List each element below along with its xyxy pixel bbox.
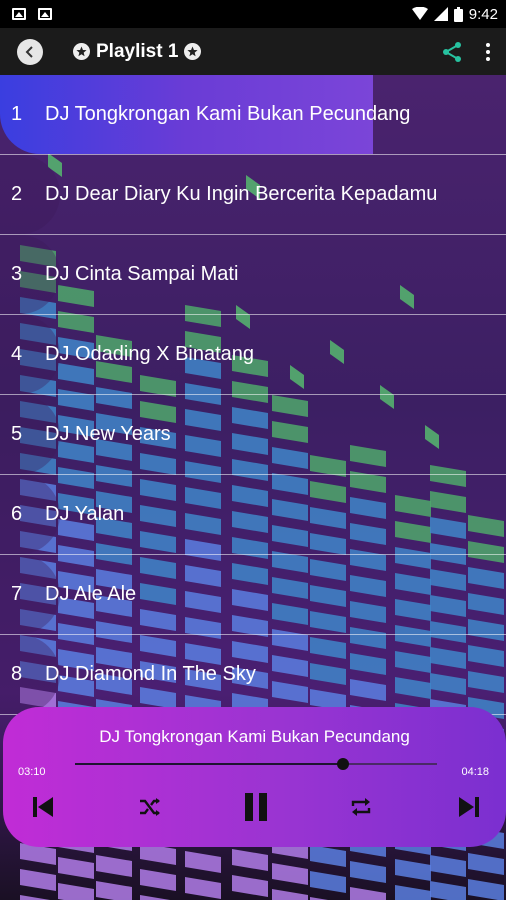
pause-icon xyxy=(245,793,267,821)
more-vert-icon[interactable] xyxy=(486,42,490,61)
signal-icon xyxy=(433,7,448,21)
gallery-notification-icon xyxy=(12,8,26,20)
pause-button[interactable] xyxy=(236,789,276,825)
previous-button[interactable] xyxy=(25,789,61,825)
seek-bar[interactable] xyxy=(75,758,437,770)
seek-bar-progress xyxy=(75,763,343,765)
list-item[interactable]: 4 DJ Odading X Binatang xyxy=(0,315,506,395)
list-item[interactable]: 8 DJ Diamond In The Sky xyxy=(0,635,506,715)
list-item[interactable]: 1 DJ Tongkrongan Kami Bukan Pecundang xyxy=(0,75,506,155)
list-item[interactable]: 6 DJ Yalan xyxy=(0,475,506,555)
playlist: 1 DJ Tongkrongan Kami Bukan Pecundang 2 … xyxy=(0,75,506,715)
elapsed-time: 03:10 xyxy=(18,766,46,778)
list-item[interactable]: 3 DJ Cinta Sampai Mati xyxy=(0,235,506,315)
share-icon[interactable] xyxy=(442,41,462,63)
skip-next-icon xyxy=(459,797,479,817)
shuffle-button[interactable] xyxy=(132,789,168,825)
image-notification-icon xyxy=(38,8,52,20)
wifi-icon xyxy=(411,7,428,20)
repeat-icon xyxy=(351,798,371,816)
now-playing-title: DJ Tongkrongan Kami Bukan Pecundang xyxy=(99,727,410,746)
playback-controls xyxy=(3,789,506,825)
battery-icon xyxy=(453,6,463,22)
next-button[interactable] xyxy=(451,789,487,825)
repeat-button[interactable] xyxy=(343,789,379,825)
app-bar: Playlist 1 xyxy=(0,28,506,75)
status-time: 9:42 xyxy=(468,5,498,23)
list-item[interactable]: 7 DJ Ale Ale xyxy=(0,555,506,635)
list-item[interactable]: 5 DJ New Years xyxy=(0,395,506,475)
status-bar: 9:42 xyxy=(0,0,506,28)
back-icon xyxy=(25,45,33,58)
back-button[interactable] xyxy=(17,38,43,65)
total-time: 04:18 xyxy=(461,766,489,778)
star-icon xyxy=(184,43,202,60)
list-item[interactable]: 2 DJ Dear Diary Ku Ingin Bercerita Kepad… xyxy=(0,155,506,235)
page-title: Playlist 1 xyxy=(96,40,179,62)
now-playing-panel: DJ Tongkrongan Kami Bukan Pecundang 03:1… xyxy=(3,707,506,847)
skip-previous-icon xyxy=(33,797,53,817)
shuffle-icon xyxy=(140,798,160,816)
star-icon xyxy=(73,43,90,60)
seek-thumb[interactable] xyxy=(336,758,349,770)
